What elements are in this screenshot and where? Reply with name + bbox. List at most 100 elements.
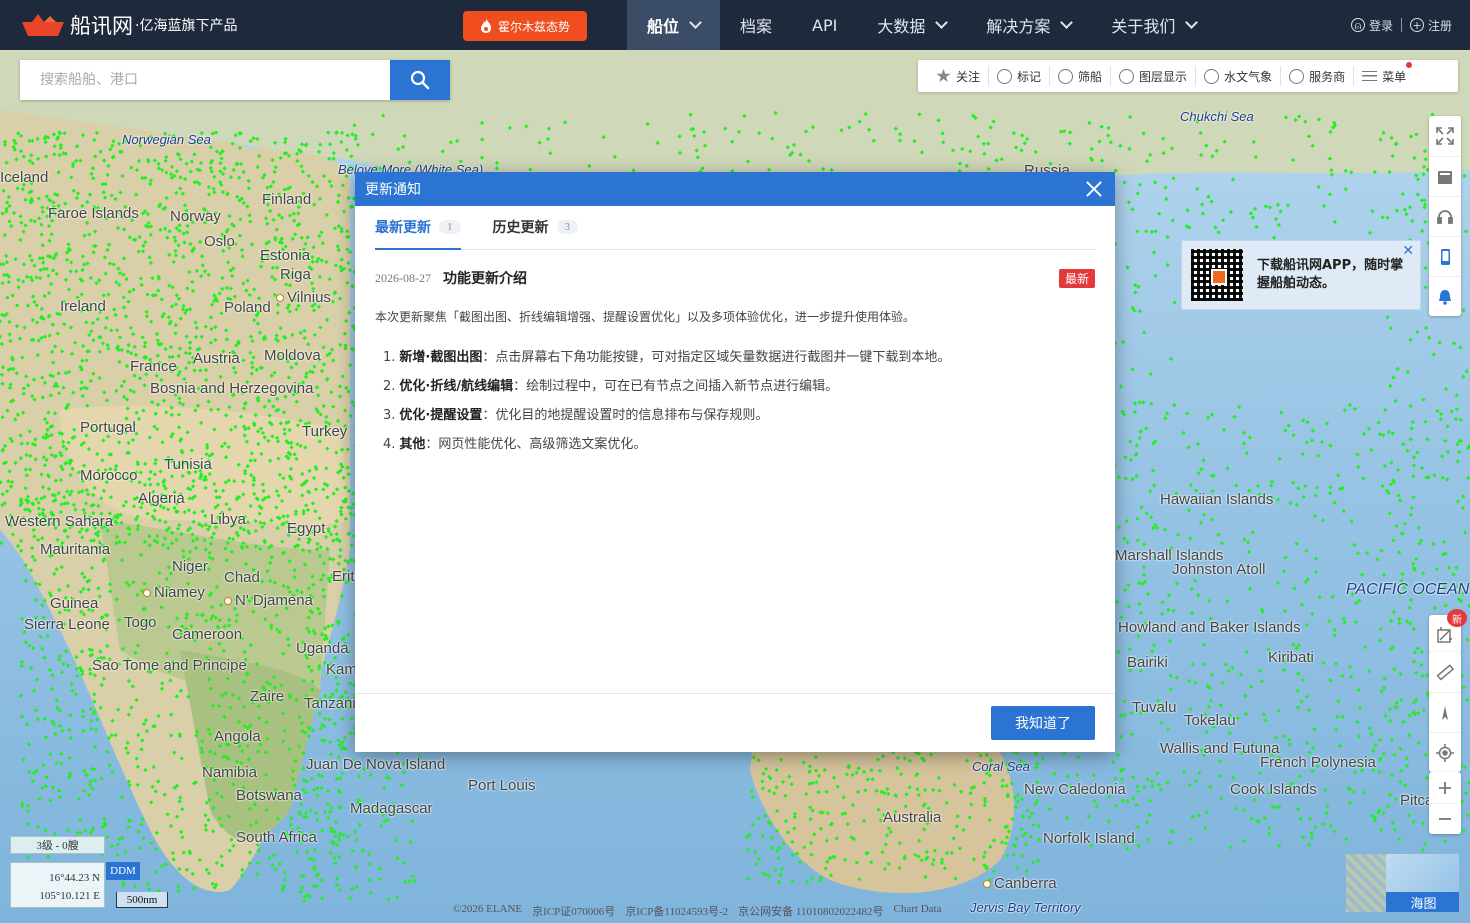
nav-item-0[interactable]: 船位	[627, 0, 721, 50]
nav-item-label: 大数据	[877, 17, 926, 36]
toolbar-item-4[interactable]: 水文气象	[1196, 66, 1282, 86]
map-label: Bosnia and Herzegovina	[150, 380, 314, 397]
measure-tool-group	[1429, 652, 1461, 772]
update-list: 1. 新增·截图出图：点击屏幕右下角功能按键，可对指定区域矢量数据进行截图并一键下…	[375, 343, 1095, 459]
toolbar-item-3[interactable]: 图层显示	[1111, 66, 1197, 86]
toolbar-item-1[interactable]: 标记	[989, 66, 1051, 86]
ddm-format-toggle[interactable]: DDM	[106, 862, 140, 880]
list-number: 2.	[383, 379, 396, 394]
map-label: South Africa	[236, 829, 317, 846]
notification-button[interactable]	[1429, 276, 1461, 316]
support-button[interactable]	[1429, 196, 1461, 236]
update-intro: 本次更新聚焦「截图出图、折线编辑增强、提醒设置优化」以及多项体验优化，进一步提升…	[375, 310, 916, 324]
fullscreen-button[interactable]	[1429, 116, 1461, 156]
toolbar-item-label: 水文气象	[1224, 69, 1273, 84]
list-item: 2. 优化·折线/航线编辑：绘制过程中，可在已有节点之间插入新节点进行编辑。	[383, 372, 1095, 401]
logo-text: 船讯网	[70, 14, 133, 38]
ship-logo-icon	[22, 14, 64, 36]
logo-subtitle: ·亿海蓝旗下产品	[135, 18, 238, 34]
service-icon	[1289, 68, 1305, 84]
map-label: Estonia	[260, 247, 311, 264]
bell-icon	[1439, 289, 1451, 305]
compass-button[interactable]	[1429, 692, 1461, 732]
map-label: Sao Tome and Principe	[92, 657, 247, 674]
toolbar-item-label: 筛船	[1078, 69, 1103, 84]
tab-1[interactable]: 历史更新 3	[492, 205, 578, 249]
logo[interactable]: 船讯网 ·亿海蓝旗下产品	[20, 0, 237, 50]
nav-item-1[interactable]: 档案	[720, 0, 792, 50]
hormuz-situation-button[interactable]: 霍尔木兹态势	[463, 11, 587, 41]
map-label: Chukchi Sea	[1180, 109, 1254, 124]
update-item-header: 2026-08-27 功能更新介绍 最新	[375, 268, 1095, 288]
icp-license[interactable]: 京ICP证070006号	[532, 903, 615, 919]
toolbar-item-6[interactable]: 菜单	[1354, 62, 1414, 86]
ruler-button[interactable]	[1429, 652, 1461, 692]
unread-dot	[1406, 62, 1413, 68]
list-item-text: ：网页性能优化、高级筛选文案优化。	[425, 437, 647, 452]
update-title: 功能更新介绍	[443, 271, 527, 287]
nav-item-label: 关于我们	[1111, 17, 1176, 36]
divider	[1400, 18, 1402, 32]
mobile-app-button[interactable]	[1429, 236, 1461, 276]
register-link[interactable]: + 注册	[1409, 17, 1452, 34]
tab-0[interactable]: 最新更新 1	[375, 205, 461, 250]
map-label: Ireland	[60, 298, 106, 315]
police-record[interactable]: 京公网安备 11010802022482号	[738, 903, 883, 919]
close-icon[interactable]: ✕	[1402, 243, 1414, 259]
search-button[interactable]	[390, 60, 450, 100]
map-label: Western Sahara	[5, 513, 114, 530]
map-label: France	[130, 358, 177, 375]
flame-icon	[480, 19, 491, 33]
list-number: 3.	[383, 408, 396, 423]
map-label: Canberra	[983, 875, 1057, 892]
tab-label: 历史更新	[492, 220, 549, 236]
minimap-land	[1346, 854, 1386, 912]
icp-record[interactable]: 京ICP备11024593号-2	[625, 903, 728, 919]
nav-item-label: API	[812, 15, 838, 35]
locate-button[interactable]	[1429, 732, 1461, 772]
toolbar-item-2[interactable]: 筛船	[1050, 66, 1112, 86]
dialog-tabs: 最新更新 1 历史更新 3	[375, 206, 1095, 250]
nav-item-4[interactable]: 解决方案	[966, 0, 1091, 50]
app-download-promo[interactable]: 下载船讯网APP，随时掌握船舶动态。 ✕	[1181, 240, 1421, 310]
dialog-body: 2026-08-27 功能更新介绍 最新 本次更新聚焦「截图出图、折线编辑增强、…	[355, 250, 1115, 459]
register-label: 注册	[1427, 18, 1452, 33]
ship-list-button[interactable]	[1429, 156, 1461, 196]
fullscreen-icon	[1436, 127, 1454, 145]
toolbar-item-label: 图层显示	[1139, 69, 1188, 84]
map-label: Coral Sea	[972, 759, 1030, 774]
map-label: Australia	[883, 809, 942, 826]
map-label: Austria	[193, 350, 240, 367]
map-label: Algeria	[138, 490, 185, 507]
menu-icon	[1362, 71, 1378, 81]
update-date: 2026-08-27	[375, 270, 431, 285]
map-label: Namibia	[202, 764, 258, 781]
map-label: Turkey	[302, 423, 348, 440]
toolbar-item-0[interactable]: 关注	[928, 66, 990, 86]
user-area: ⍝ 登录 + 注册	[1350, 0, 1452, 50]
map-toolbar: 关注 标记 筛船 图层显示 水文气象 服务商 菜单	[918, 60, 1458, 92]
map-label: Morocco	[80, 467, 138, 484]
got-it-button[interactable]: 我知道了	[991, 706, 1095, 740]
zoom-out-button[interactable]	[1429, 803, 1461, 834]
login-link[interactable]: ⍝ 登录	[1350, 17, 1393, 34]
chart-data-link[interactable]: Chart Data	[894, 903, 942, 919]
tab-label: 最新更新	[375, 220, 431, 236]
zoom-level-indicator: 3级 - 0艘	[10, 836, 105, 854]
map-label: Finland	[262, 191, 312, 208]
basemap-switcher[interactable]: 海图	[1345, 853, 1460, 913]
close-icon[interactable]	[1085, 180, 1103, 198]
tag-icon	[997, 68, 1013, 84]
map-label: Mauritania	[40, 541, 111, 558]
coordinate-readout: 16°44.23 N 105°10.121 E	[10, 862, 105, 908]
nav-item-2[interactable]: API	[792, 0, 857, 50]
nav-item-5[interactable]: 关于我们	[1091, 0, 1216, 50]
toolbar-item-5[interactable]: 服务商	[1281, 66, 1355, 86]
map-label: Tunisia	[164, 456, 212, 473]
footer: ©2026 ELANE 京ICP证070006号 京ICP备11024593号-…	[453, 903, 941, 919]
scale-bar: 500nm	[116, 892, 168, 908]
search-input[interactable]	[20, 60, 390, 100]
zoom-in-button[interactable]	[1429, 772, 1461, 803]
toolbar-item-label: 服务商	[1309, 69, 1346, 84]
nav-item-3[interactable]: 大数据	[857, 0, 966, 50]
